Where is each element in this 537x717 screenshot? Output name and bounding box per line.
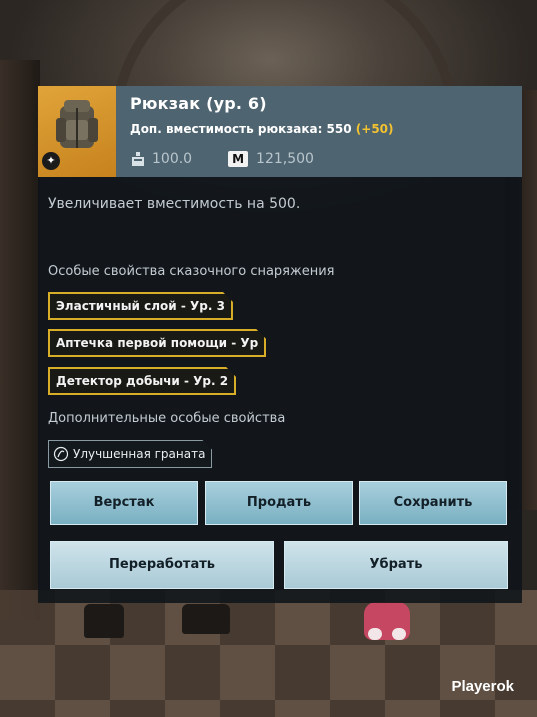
item-header: ✦ Рюкзак (ур. 6) Доп. вместимость рюкзак… (38, 86, 522, 177)
price-value: 121,500 (256, 151, 314, 167)
item-details-panel: ✦ Рюкзак (ур. 6) Доп. вместимость рюкзак… (38, 86, 522, 603)
price-stat: M 121,500 (228, 151, 314, 167)
special-prop-tag[interactable]: Аптечка первой помощи - Ур (48, 329, 266, 357)
item-description: Увеличивает вместимость на 500. (48, 196, 301, 212)
workbench-button[interactable]: Верстак (50, 481, 198, 525)
checkered-floor (0, 590, 537, 717)
recycle-button[interactable]: Переработать (50, 541, 274, 589)
character-boot (182, 604, 230, 634)
grenade-icon (53, 446, 69, 462)
extra-prop-tag[interactable]: Улучшенная граната (48, 440, 212, 468)
capacity-bonus: (+50) (355, 122, 394, 136)
pink-toy-foot (392, 628, 406, 640)
capacity-line: Доп. вместимость рюкзака: 550 (+50) (130, 122, 394, 136)
pink-toy-foot (368, 628, 382, 640)
watermark-logo: Playerok (451, 678, 514, 695)
extra-props-title: Дополнительные особые свойства (48, 411, 286, 426)
extra-prop-label: Улучшенная граната (73, 447, 206, 461)
capacity-label: Доп. вместимость рюкзака: 550 (130, 122, 352, 136)
item-stats: 100.0 M 121,500 (130, 148, 350, 170)
item-title: Рюкзак (ур. 6) (130, 94, 267, 113)
weight-value: 100.0 (152, 151, 193, 167)
sparkle-badge-icon: ✦ (42, 152, 60, 170)
weight-stat: 100.0 (130, 151, 192, 167)
character-boot (84, 604, 124, 638)
save-button[interactable]: Сохранить (359, 481, 507, 525)
item-thumbnail: ✦ (38, 86, 116, 177)
special-prop-tag[interactable]: Детектор добычи - Ур. 2 (48, 367, 236, 395)
background-pillar (0, 60, 40, 620)
special-props-title: Особые свойства сказочного снаряжения (48, 264, 335, 279)
special-prop-tag[interactable]: Эластичный слой - Ур. 3 (48, 292, 233, 320)
remove-button[interactable]: Убрать (284, 541, 508, 589)
sell-button[interactable]: Продать (205, 481, 353, 525)
backpack-icon (56, 100, 98, 148)
weight-icon (130, 151, 146, 167)
currency-m-icon: M (228, 151, 249, 167)
